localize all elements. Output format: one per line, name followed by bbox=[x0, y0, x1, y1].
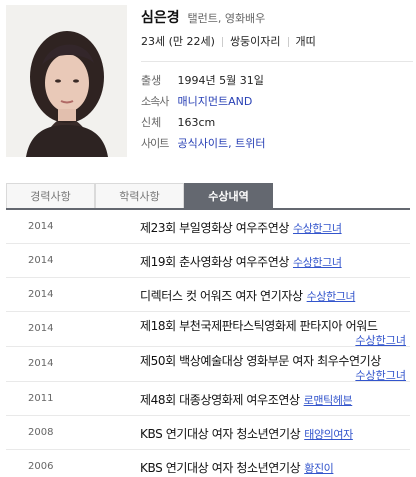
award-title: 제23회 부일영화상 여우주연상 bbox=[140, 221, 289, 235]
detail-label: 출생 bbox=[141, 74, 162, 87]
awards-list: 2014 제23회 부일영화상 여우주연상 수상한그녀 2014 제19회 춘사영… bbox=[6, 210, 410, 477]
award-year: 2014 bbox=[28, 323, 54, 334]
site-links[interactable]: 공식사이트, 트위터 bbox=[178, 137, 266, 150]
tab-awards[interactable]: 수상내역 bbox=[184, 183, 273, 208]
award-row: 2014 제19회 춘사영화상 여우주연상 수상한그녀 bbox=[6, 244, 410, 278]
award-row: 2014 제23회 부일영화상 여우주연상 수상한그녀 bbox=[6, 210, 410, 244]
award-title: 디렉터스 컷 어워즈 여자 연기자상 bbox=[140, 289, 303, 303]
award-title: 제50회 백상예술대상 영화부문 여자 최우수연기상 bbox=[140, 354, 381, 368]
detail-label: 신체 bbox=[141, 116, 162, 129]
award-year: 2014 bbox=[28, 255, 54, 266]
award-row: 2008 KBS 연기대상 여자 청소년연기상 태양의여자 bbox=[6, 416, 410, 450]
award-title: 제19회 춘사영화상 여우주연상 bbox=[140, 255, 289, 269]
tab-bar: 경력사항 학력사항 수상내역 bbox=[6, 183, 410, 210]
person-roles: 탤런트, 영화배우 bbox=[187, 12, 266, 25]
award-title: 제18회 부천국제판타스틱영화제 판타지아 어워드 bbox=[140, 319, 378, 333]
award-title: 제48회 대종상영화제 여우조연상 bbox=[140, 393, 300, 407]
award-year: 2011 bbox=[28, 393, 54, 404]
person-age: 23세 (만 22세) bbox=[141, 35, 215, 48]
award-work-link[interactable]: 황진이 bbox=[304, 462, 334, 475]
award-year: 2014 bbox=[28, 221, 54, 232]
award-work-link[interactable]: 수상한그녀 bbox=[293, 222, 342, 235]
birth-date: 1994년 5월 31일 bbox=[177, 74, 264, 87]
award-year: 2014 bbox=[28, 289, 54, 300]
person-name: 심은경 bbox=[141, 10, 180, 26]
profile-card: 심은경 탤런트, 영화배우 23세 (만 22세) 쌍둥이자리 개띠 출생 1994… bbox=[0, 0, 416, 160]
award-row: 2014 제50회 백상예술대상 영화부문 여자 최우수연기상 수상한그녀 bbox=[6, 347, 410, 382]
award-title: KBS 연기대상 여자 청소년연기상 bbox=[140, 461, 301, 475]
award-work-link[interactable]: 태양의여자 bbox=[304, 428, 353, 441]
award-work-link[interactable]: 수상한그녀 bbox=[355, 367, 406, 383]
award-work-link[interactable]: 수상한그녀 bbox=[355, 332, 406, 348]
detail-row-site: 사이트 공식사이트, 트위터 bbox=[141, 133, 413, 154]
tab-career[interactable]: 경력사항 bbox=[6, 183, 95, 208]
info-divider bbox=[141, 61, 413, 62]
award-year: 2008 bbox=[28, 427, 54, 438]
award-row: 2014 제18회 부천국제판타스틱영화제 판타지아 어워드 수상한그녀 bbox=[6, 312, 410, 347]
meta-divider bbox=[287, 37, 289, 47]
zodiac-sign: 쌍둥이자리 bbox=[229, 35, 281, 48]
height-value: 163cm bbox=[177, 116, 216, 129]
award-work-link[interactable]: 로맨틱헤븐 bbox=[304, 394, 353, 407]
award-row: 2006 KBS 연기대상 여자 청소년연기상 황진이 bbox=[6, 450, 410, 477]
detail-label: 사이트 bbox=[141, 137, 169, 150]
tab-education[interactable]: 학력사항 bbox=[95, 183, 184, 208]
award-year: 2006 bbox=[28, 461, 54, 472]
detail-row-agency: 소속사 매니지먼트AND bbox=[141, 91, 413, 112]
agency-link[interactable]: 매니지먼트AND bbox=[178, 95, 253, 108]
award-row: 2011 제48회 대종상영화제 여우조연상 로맨틱헤븐 bbox=[6, 382, 410, 416]
detail-row-body: 신체 163cm bbox=[141, 112, 413, 133]
portrait-image bbox=[6, 5, 127, 157]
person-meta: 23세 (만 22세) 쌍둥이자리 개띠 bbox=[141, 33, 413, 51]
award-work-link[interactable]: 수상한그녀 bbox=[293, 256, 342, 269]
award-year: 2014 bbox=[28, 358, 54, 369]
detail-row-birth: 출생 1994년 5월 31일 bbox=[141, 70, 413, 91]
award-title: KBS 연기대상 여자 청소년연기상 bbox=[140, 427, 301, 441]
meta-divider bbox=[221, 37, 223, 47]
award-work-link[interactable]: 수상한그녀 bbox=[307, 290, 356, 303]
award-row: 2014 디렉터스 컷 어워즈 여자 연기자상 수상한그녀 bbox=[6, 278, 410, 312]
profile-photo[interactable] bbox=[6, 5, 127, 157]
detail-label: 소속사 bbox=[141, 95, 169, 108]
chinese-zodiac: 개띠 bbox=[295, 35, 316, 48]
